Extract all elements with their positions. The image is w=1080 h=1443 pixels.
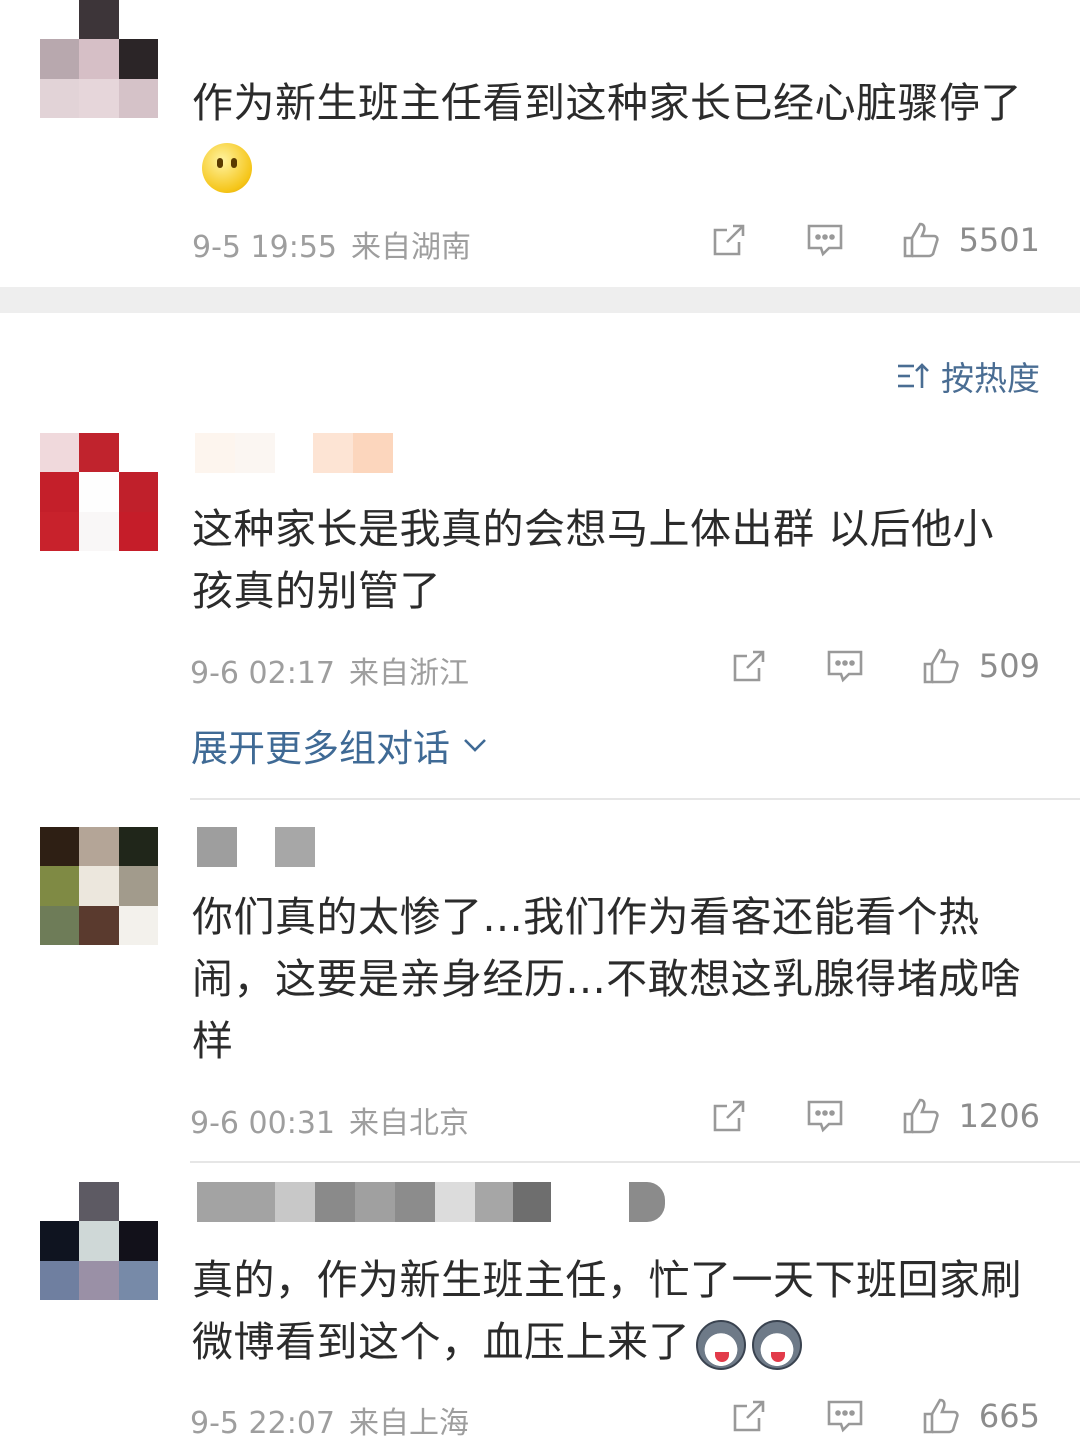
share-icon[interactable] <box>729 646 769 686</box>
comment-location: 来自湖南 <box>351 230 471 265</box>
sort-label: 按热度 <box>941 359 1040 398</box>
comment-location: 来自北京 <box>349 1106 469 1141</box>
like-icon[interactable] <box>921 646 961 686</box>
avatar[interactable] <box>40 433 158 551</box>
like-count: 1206 <box>958 1097 1040 1135</box>
comment-location: 来自浙江 <box>349 656 469 691</box>
divider <box>190 798 1080 800</box>
like-count: 665 <box>978 1397 1040 1435</box>
comment-meta: 9-6 02:17 来自浙江 <box>190 648 469 692</box>
comment-location: 来自上海 <box>349 1406 469 1441</box>
comment-icon[interactable] <box>825 1396 865 1436</box>
username-blurred[interactable] <box>197 827 317 867</box>
comment-actions: 665 <box>729 1396 1040 1436</box>
comment-meta: 9-6 00:31 来自北京 <box>190 1098 469 1142</box>
comment-icon[interactable] <box>805 220 845 260</box>
comment-time: 9-6 02:17 <box>190 656 335 691</box>
avatar[interactable] <box>40 1182 158 1300</box>
comment-text: 这种家长是我真的会想马上体出群 以后他小孩真的别管了 <box>192 505 995 615</box>
expand-label: 展开更多组对话 <box>191 727 450 770</box>
smile-emoji <box>202 143 252 193</box>
comment-time: 9-6 00:31 <box>190 1106 335 1141</box>
comment-text: 真的，作为新生班主任，忙了一天下班回家刷微博看到这个，血压上来了 <box>192 1249 1052 1373</box>
like-icon[interactable] <box>901 220 941 260</box>
chevron-down-icon <box>464 739 486 752</box>
comment-actions: 509 <box>729 646 1040 686</box>
username-blurred[interactable] <box>195 433 395 473</box>
avatar[interactable] <box>40 827 158 945</box>
comment-text: 作为新生班主任看到这种家长已经心脏骤停了 <box>192 72 1022 196</box>
comment-icon[interactable] <box>805 1096 845 1136</box>
expand-conversation-link[interactable]: 展开更多组对话 <box>191 718 490 772</box>
comment-time: 9-5 22:07 <box>190 1406 335 1441</box>
like-count: 5501 <box>958 221 1040 259</box>
like-icon[interactable] <box>901 1096 941 1136</box>
husky-emoji <box>696 1320 746 1370</box>
like-icon[interactable] <box>921 1396 961 1436</box>
comment-actions: 5501 <box>709 220 1040 260</box>
share-icon[interactable] <box>729 1396 769 1436</box>
comment-meta: 9-5 19:55 来自湖南 <box>192 222 471 266</box>
sort-icon <box>898 363 929 388</box>
avatar[interactable] <box>40 0 158 118</box>
sort-by-heat-button[interactable]: 按热度 <box>895 352 1040 400</box>
comment-actions: 1206 <box>709 1096 1040 1136</box>
divider <box>190 1161 1080 1163</box>
share-icon[interactable] <box>709 220 749 260</box>
comment-meta: 9-5 22:07 来自上海 <box>190 1398 469 1442</box>
husky-emoji <box>752 1320 802 1370</box>
like-count: 509 <box>978 647 1040 685</box>
comment-time: 9-5 19:55 <box>192 230 337 265</box>
username-blurred[interactable] <box>197 1182 667 1222</box>
comment-text: 你们真的太惨了...我们作为看客还能看个热闹，这要是亲身经历...不敢想这乳腺得… <box>192 893 1022 1065</box>
comment-icon[interactable] <box>825 646 865 686</box>
share-icon[interactable] <box>709 1096 749 1136</box>
section-separator <box>0 287 1080 313</box>
